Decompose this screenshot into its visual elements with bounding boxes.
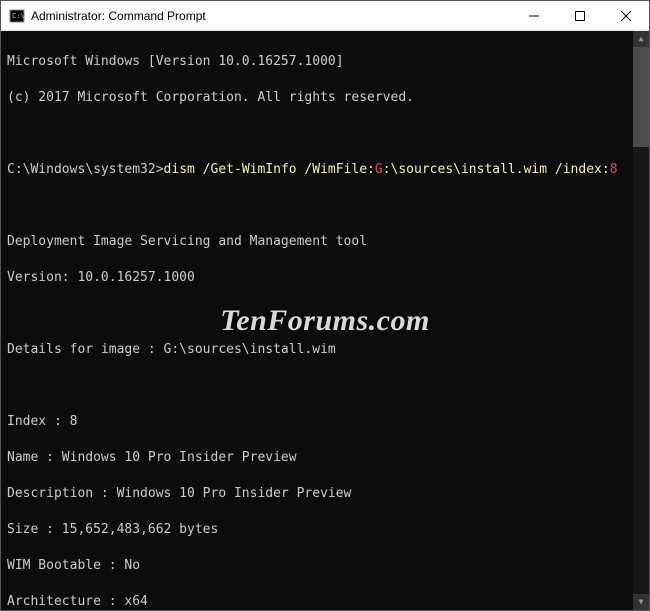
window-controls [511, 1, 649, 30]
command-drive: G [375, 162, 383, 177]
window-title: Administrator: Command Prompt [31, 9, 511, 23]
titlebar[interactable]: C:\ Administrator: Command Prompt [1, 1, 649, 31]
output-line: Name : Windows 10 Pro Insider Preview [7, 449, 643, 467]
output-line: Size : 15,652,483,662 bytes [7, 521, 643, 539]
command-text: :\sources\install.wim /index: [383, 162, 610, 177]
output-line [7, 197, 643, 215]
minimize-button[interactable] [511, 1, 557, 30]
output-line: Description : Windows 10 Pro Insider Pre… [7, 485, 643, 503]
maximize-button[interactable] [557, 1, 603, 30]
scroll-thumb[interactable] [633, 47, 649, 147]
output-line [7, 377, 643, 395]
output-line [7, 305, 643, 323]
output-line: Details for image : G:\sources\install.w… [7, 341, 643, 359]
output-line: WIM Bootable : No [7, 557, 643, 575]
output-line: Architecture : x64 [7, 593, 643, 610]
command-index: 8 [610, 162, 618, 177]
svg-text:C:\: C:\ [12, 12, 25, 20]
output-line: Deployment Image Servicing and Managemen… [7, 233, 643, 251]
scroll-up-button[interactable]: ▲ [633, 31, 649, 47]
cmd-icon: C:\ [9, 8, 25, 24]
output-line: (c) 2017 Microsoft Corporation. All righ… [7, 89, 643, 107]
command-prompt-window: C:\ Administrator: Command Prompt Micros… [0, 0, 650, 611]
prompt-path: C:\Windows\system32> [7, 162, 164, 177]
scroll-down-button[interactable]: ▼ [633, 594, 649, 610]
output-line: Microsoft Windows [Version 10.0.16257.10… [7, 53, 643, 71]
terminal-output[interactable]: Microsoft Windows [Version 10.0.16257.10… [1, 31, 649, 610]
output-line: Version: 10.0.16257.1000 [7, 269, 643, 287]
output-line [7, 125, 643, 143]
scrollbar[interactable]: ▲ ▼ [633, 31, 649, 610]
close-button[interactable] [603, 1, 649, 30]
output-line: Index : 8 [7, 413, 643, 431]
command-text: dism /Get-WimInfo /WimFile: [164, 162, 375, 177]
command-line: C:\Windows\system32>dism /Get-WimInfo /W… [7, 161, 643, 179]
